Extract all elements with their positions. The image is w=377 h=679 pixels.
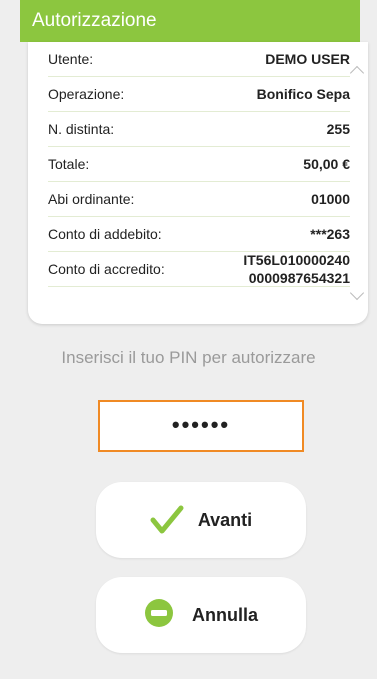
scroll-down-icon[interactable] [349,285,365,301]
detail-label: Operazione: [48,86,125,102]
detail-label: Abi ordinante: [48,191,135,207]
detail-value: 255 [326,121,350,137]
next-button[interactable]: Avanti [96,482,306,558]
detail-label: Conto di addebito: [48,226,162,242]
detail-row-distinta: N. distinta: 255 [48,112,350,147]
minus-circle-icon [144,598,178,632]
detail-value: 01000 [311,191,350,207]
detail-value: DEMO USER [265,51,350,67]
cancel-button[interactable]: Annulla [96,577,306,653]
detail-label: Utente: [48,51,94,67]
detail-row-user: Utente: DEMO USER [48,42,350,77]
detail-value: IT56L010000240 0000987654321 [243,251,350,287]
app-bar: Autorizzazione [20,0,360,42]
checkmark-icon [150,503,184,537]
detail-label: N. distinta: [48,121,115,137]
page-title: Autorizzazione [32,10,157,31]
detail-value: ***263 [310,226,350,242]
detail-row-operation: Operazione: Bonifico Sepa [48,77,350,112]
detail-row-credit-account: Conto di accredito: IT56L010000240 00009… [48,252,350,287]
next-button-label: Avanti [197,509,253,530]
detail-value: Bonifico Sepa [256,86,350,102]
pin-prompt: Inserisci il tuo PIN per autorizzare [61,348,316,367]
detail-row-total: Totale: 50,00 € [48,147,350,182]
detail-label: Conto di accredito: [48,261,165,277]
details-card[interactable]: Utente: DEMO USER Operazione: Bonifico S… [28,42,368,324]
iban-line-1: IT56L010000240 [243,252,350,268]
detail-row-abi: Abi ordinante: 01000 [48,182,350,217]
cancel-button-label: Annulla [192,604,258,625]
scroll-up-icon[interactable] [349,65,365,81]
detail-value: 50,00 € [303,156,350,172]
detail-label: Totale: [48,156,90,172]
detail-row-debit-account: Conto di addebito: ***263 [48,217,350,252]
pin-input[interactable]: •••••• [98,400,304,452]
iban-line-2: 0000987654321 [248,270,350,286]
